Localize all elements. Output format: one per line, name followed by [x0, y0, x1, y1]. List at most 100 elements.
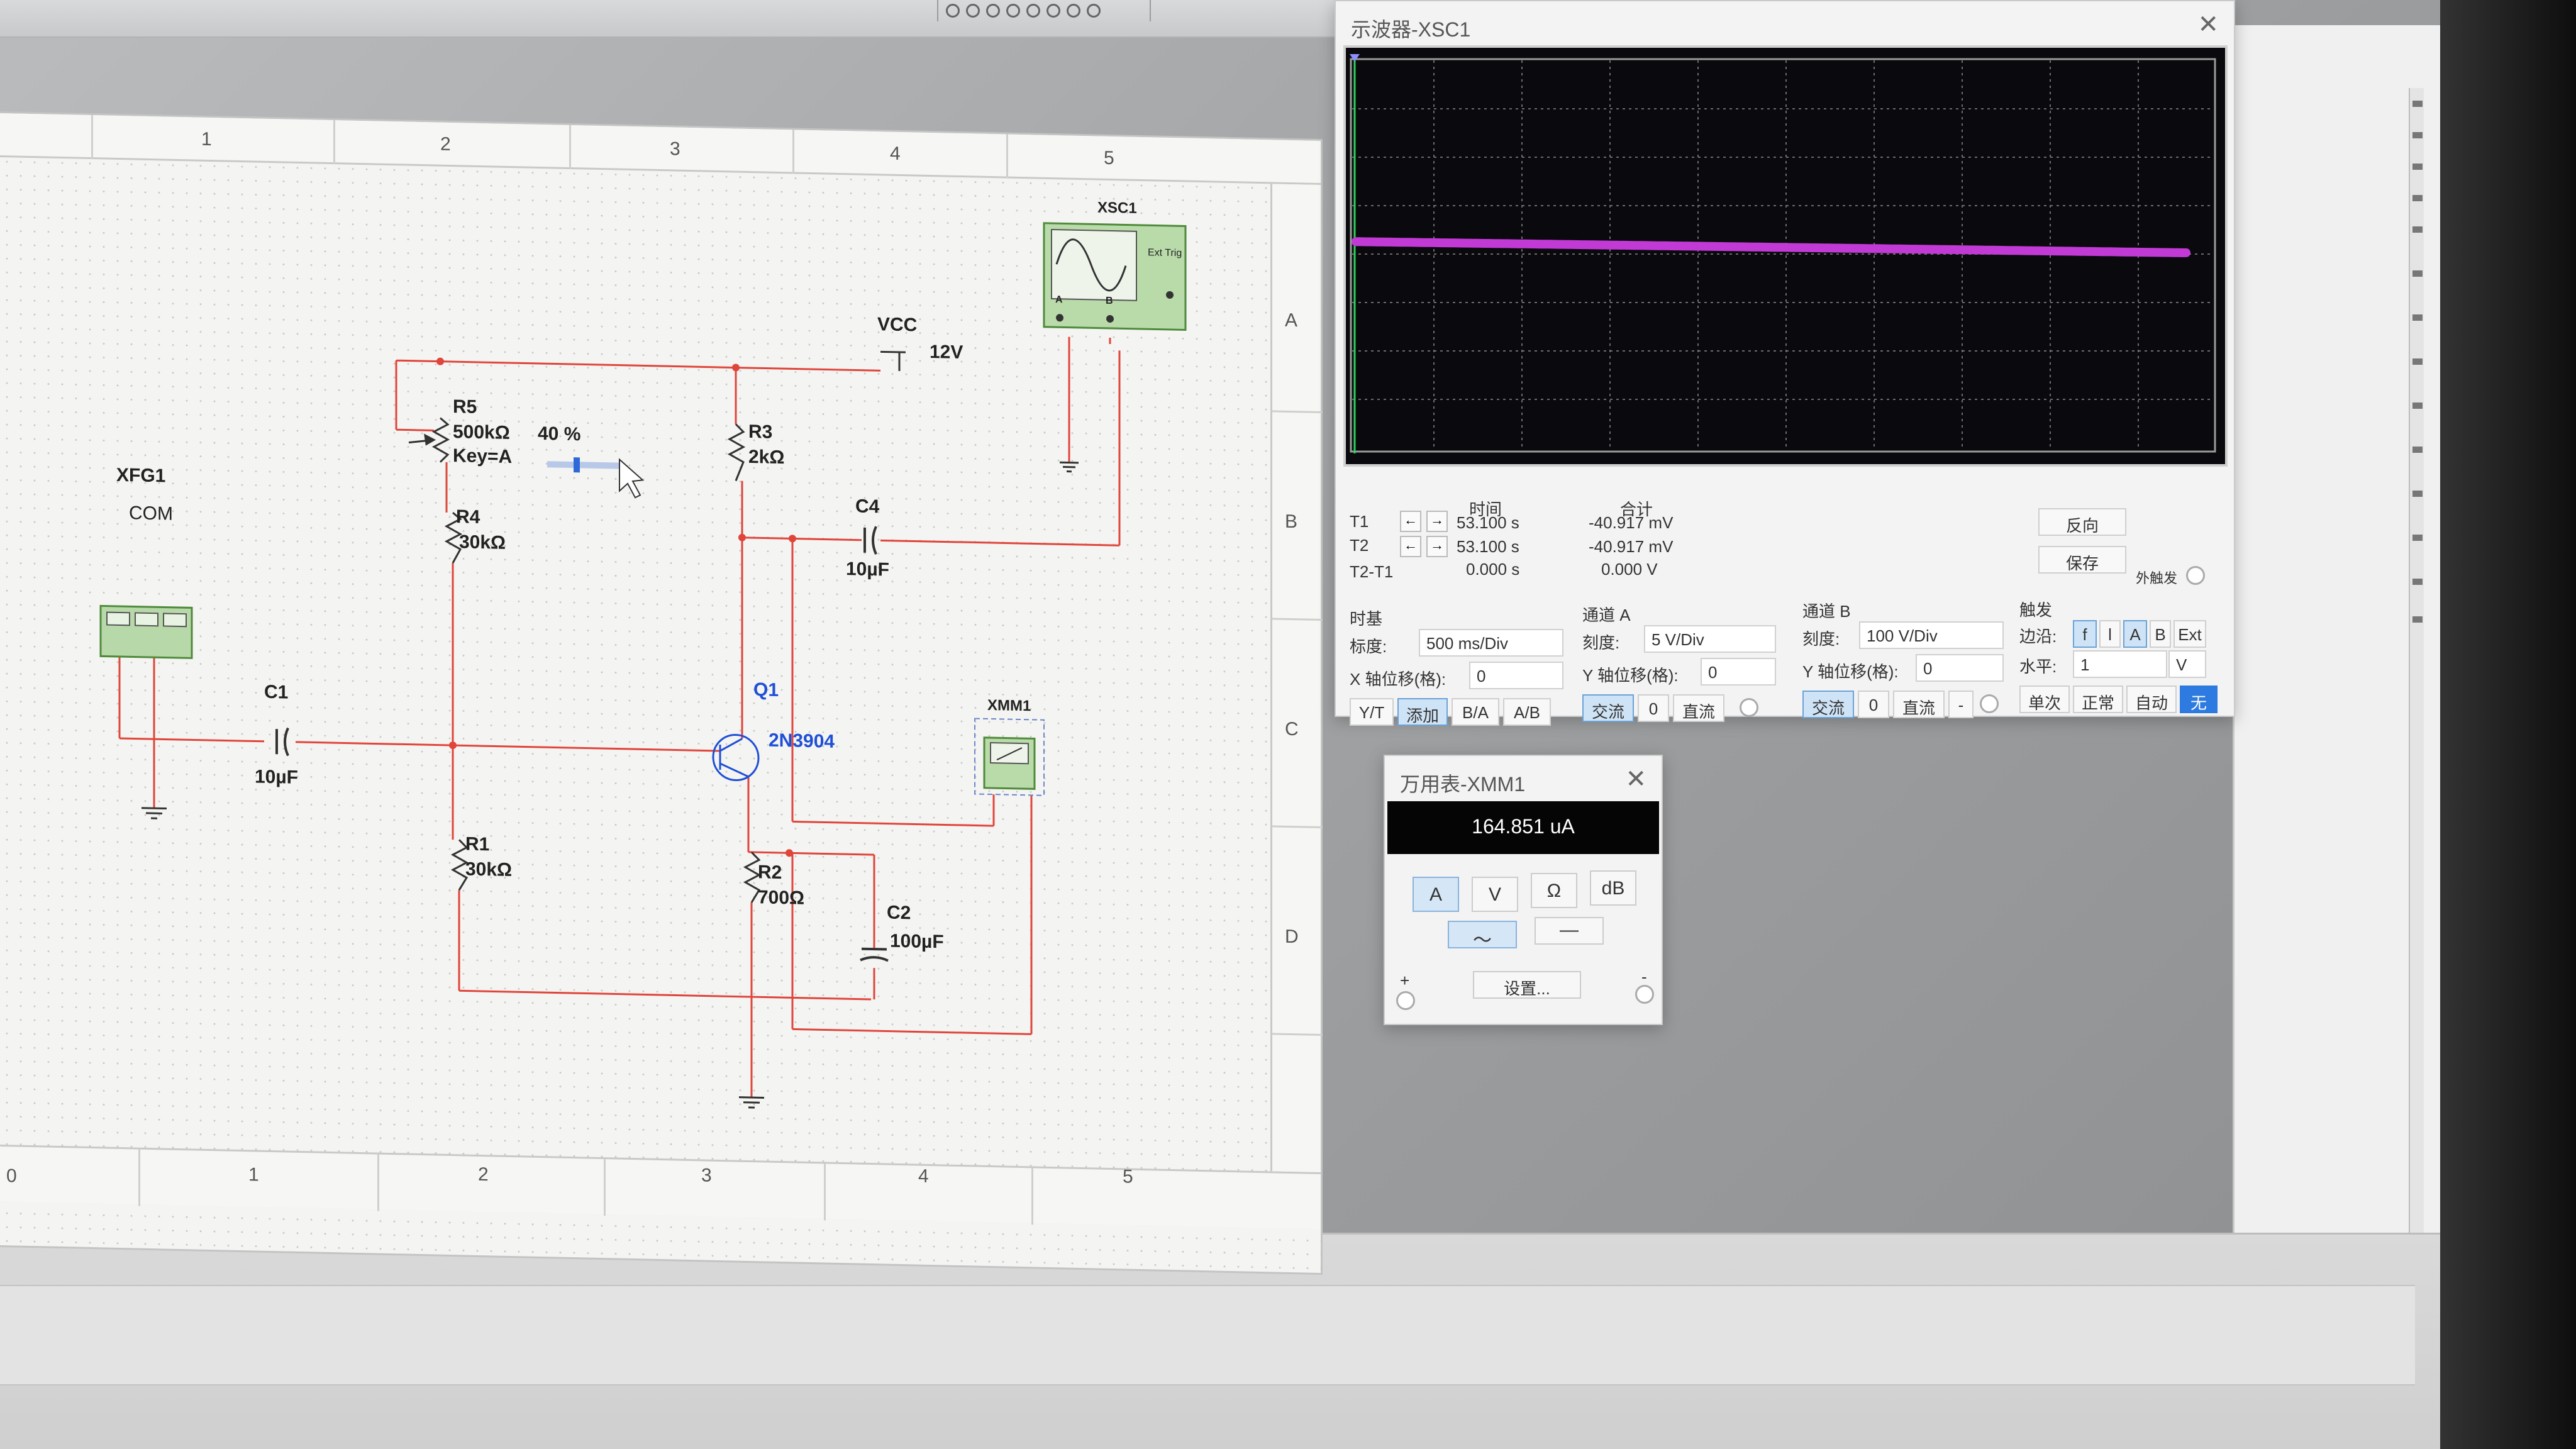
trigger-source-b-button[interactable]: B	[2150, 620, 2171, 648]
channel-a-ac-button[interactable]: 交流	[1582, 694, 1634, 722]
trigger-single-button[interactable]: 单次	[2019, 686, 2070, 713]
t2-t1-label: T2-T1	[1350, 562, 1394, 581]
xfg1-label: XFG1	[116, 464, 166, 487]
trigger-source-ext-button[interactable]: Ext	[2174, 620, 2206, 648]
channel-b-dc-button[interactable]: 直流	[1893, 691, 1945, 718]
channel-a-scale-field[interactable]: 5 V/Div	[1644, 625, 1776, 653]
trigger-level-field[interactable]: 1	[2073, 650, 2167, 678]
oscilloscope-grid	[1350, 54, 2216, 453]
trigger-level-unit[interactable]: V	[2168, 650, 2206, 678]
c2-label: C2	[887, 902, 911, 924]
channel-a-terminal[interactable]	[1740, 698, 1758, 717]
schematic-canvas[interactable]: 1 2 3 4 5 A B C D 0 1 2 3 4 5 XFG1 COM X…	[0, 113, 1323, 1273]
channel-b-scale-label: 刻度:	[1802, 630, 1840, 648]
trigger-source-a-button[interactable]: A	[2123, 620, 2147, 648]
ruler-bottom-label: 0	[6, 1165, 17, 1187]
xfg1-com-label: COM	[129, 502, 173, 525]
mode-add-button[interactable]: 添加	[1397, 698, 1448, 726]
settings-button[interactable]: 设置...	[1473, 971, 1581, 999]
trigger-auto-button[interactable]: 自动	[2126, 686, 2177, 713]
mode-yt-button[interactable]: Y/T	[1350, 698, 1394, 726]
timebase-xpos-label: X 轴位移(格):	[1350, 670, 1446, 689]
trigger-normal-button[interactable]: 正常	[2073, 686, 2123, 713]
t1-label: T1	[1350, 512, 1369, 531]
toolbar-tool-icon[interactable]	[1026, 4, 1040, 18]
channel-b-terminal[interactable]	[1980, 694, 1999, 713]
r3-label: R3	[748, 421, 773, 443]
ruler-bottom-label: 3	[701, 1165, 712, 1186]
t2-right-arrow-icon[interactable]: →	[1426, 536, 1448, 557]
trigger-edge-falling-button[interactable]: l	[2099, 620, 2121, 648]
oscilloscope-title: 示波器-XSC1	[1351, 18, 1471, 41]
dc-mode-button[interactable]: —	[1535, 917, 1604, 945]
trigger-level-label: 水平:	[2019, 657, 2057, 676]
r5-label: R5	[453, 396, 477, 418]
toolbar-tool-icon[interactable]	[946, 4, 960, 18]
mode-ohmmeter-button[interactable]: Ω	[1531, 873, 1577, 908]
c1-value: 10µF	[255, 766, 298, 788]
mode-ab-button[interactable]: A/B	[1503, 698, 1551, 726]
mode-db-button[interactable]: dB	[1590, 870, 1636, 906]
plus-terminal-label: +	[1400, 971, 1410, 990]
multimeter-window[interactable]: 万用表-XMM1 ✕ 164.851 uA A V Ω dB ～ — + 设置.…	[1384, 755, 1663, 1025]
toolbar-tool-icon[interactable]	[1067, 4, 1080, 18]
close-icon[interactable]: ✕	[2197, 10, 2219, 39]
vertical-scrollbar[interactable]	[2409, 88, 2424, 1233]
trigger-none-button[interactable]: 无	[2180, 686, 2218, 713]
t2-t1-time: 0.000 s	[1466, 560, 1520, 579]
reverse-button[interactable]: 反向	[2038, 508, 2126, 536]
r2-value: 700Ω	[758, 887, 805, 909]
trigger-title: 触发	[2019, 601, 2053, 619]
toolbar-tool-icon[interactable]	[966, 4, 980, 18]
c2-value: 100µF	[890, 930, 944, 953]
oscilloscope-window[interactable]: 示波器-XSC1 ✕ 时间 合计 T1 ← → 53.100 s -40.917…	[1335, 0, 2235, 726]
ruler-bottom-label: 2	[478, 1163, 489, 1185]
channel-b-zero-button[interactable]: 0	[1858, 691, 1889, 718]
ac-mode-button[interactable]: ～	[1448, 921, 1517, 951]
timebase-xpos-field[interactable]: 0	[1469, 662, 1563, 689]
mode-voltmeter-button[interactable]: V	[1472, 877, 1518, 912]
toolbar-tool-icon[interactable]	[1046, 4, 1060, 18]
channel-b-ypos-field[interactable]: 0	[1916, 654, 2004, 682]
channel-a-dc-button[interactable]: 直流	[1673, 694, 1724, 722]
app-toolbar	[0, 0, 1346, 38]
t2-t1-value: 0.000 V	[1601, 560, 1658, 579]
t1-right-arrow-icon[interactable]: →	[1426, 511, 1448, 532]
r5-percent[interactable]: 40 %	[538, 423, 580, 445]
plus-terminal[interactable]	[1396, 991, 1415, 1010]
c4-label: C4	[855, 496, 880, 518]
channel-b-minus-button[interactable]: -	[1948, 691, 1974, 718]
timebase-scale-field[interactable]: 500 ms/Div	[1419, 629, 1563, 657]
minus-terminal[interactable]	[1635, 985, 1654, 1004]
channel-b-scale-field[interactable]: 100 V/Div	[1859, 621, 2004, 649]
save-button[interactable]: 保存	[2038, 546, 2126, 574]
multimeter-reading: 164.851 uA	[1387, 801, 1659, 854]
toolbar-tool-icon[interactable]	[1006, 4, 1020, 18]
trigger-edge-rising-button[interactable]: f	[2073, 620, 2097, 648]
gear-icon[interactable]	[1087, 4, 1101, 18]
timebase-title: 时基	[1350, 609, 1383, 628]
t2-left-arrow-icon[interactable]: ←	[1400, 536, 1421, 557]
channel-a-zero-button[interactable]: 0	[1638, 694, 1669, 722]
oscilloscope-controls: 时间 合计 T1 ← → 53.100 s -40.917 mV T2 ← → …	[1343, 474, 2228, 726]
channel-a-ypos-field[interactable]: 0	[1701, 658, 1776, 686]
xmm1-label: XMM1	[987, 696, 1031, 715]
channel-a-title: 通道 A	[1582, 606, 1631, 625]
mode-ba-button[interactable]: B/A	[1452, 698, 1499, 726]
close-icon[interactable]: ✕	[1625, 765, 1646, 794]
vcc-label: VCC	[877, 314, 918, 336]
t1-left-arrow-icon[interactable]: ←	[1400, 511, 1421, 532]
oscilloscope-titlebar[interactable]: 示波器-XSC1 ✕	[1336, 1, 2234, 45]
r4-label: R4	[456, 506, 480, 528]
oscilloscope-display[interactable]	[1343, 45, 2228, 467]
ext-trigger-terminal[interactable]	[2186, 566, 2205, 585]
ruler-bottom-label: 1	[248, 1164, 259, 1185]
t2-label: T2	[1350, 536, 1369, 555]
channel-b-ac-button[interactable]: 交流	[1802, 691, 1854, 718]
toolbar-tool-icon[interactable]	[986, 4, 1000, 18]
mode-ammeter-button[interactable]: A	[1413, 877, 1459, 912]
multimeter-titlebar[interactable]: 万用表-XMM1 ✕	[1385, 756, 1662, 800]
monitor-bezel	[2440, 0, 2576, 1449]
timebase-scale-label: 标度:	[1350, 637, 1387, 656]
t1-time: 53.100 s	[1457, 513, 1519, 532]
